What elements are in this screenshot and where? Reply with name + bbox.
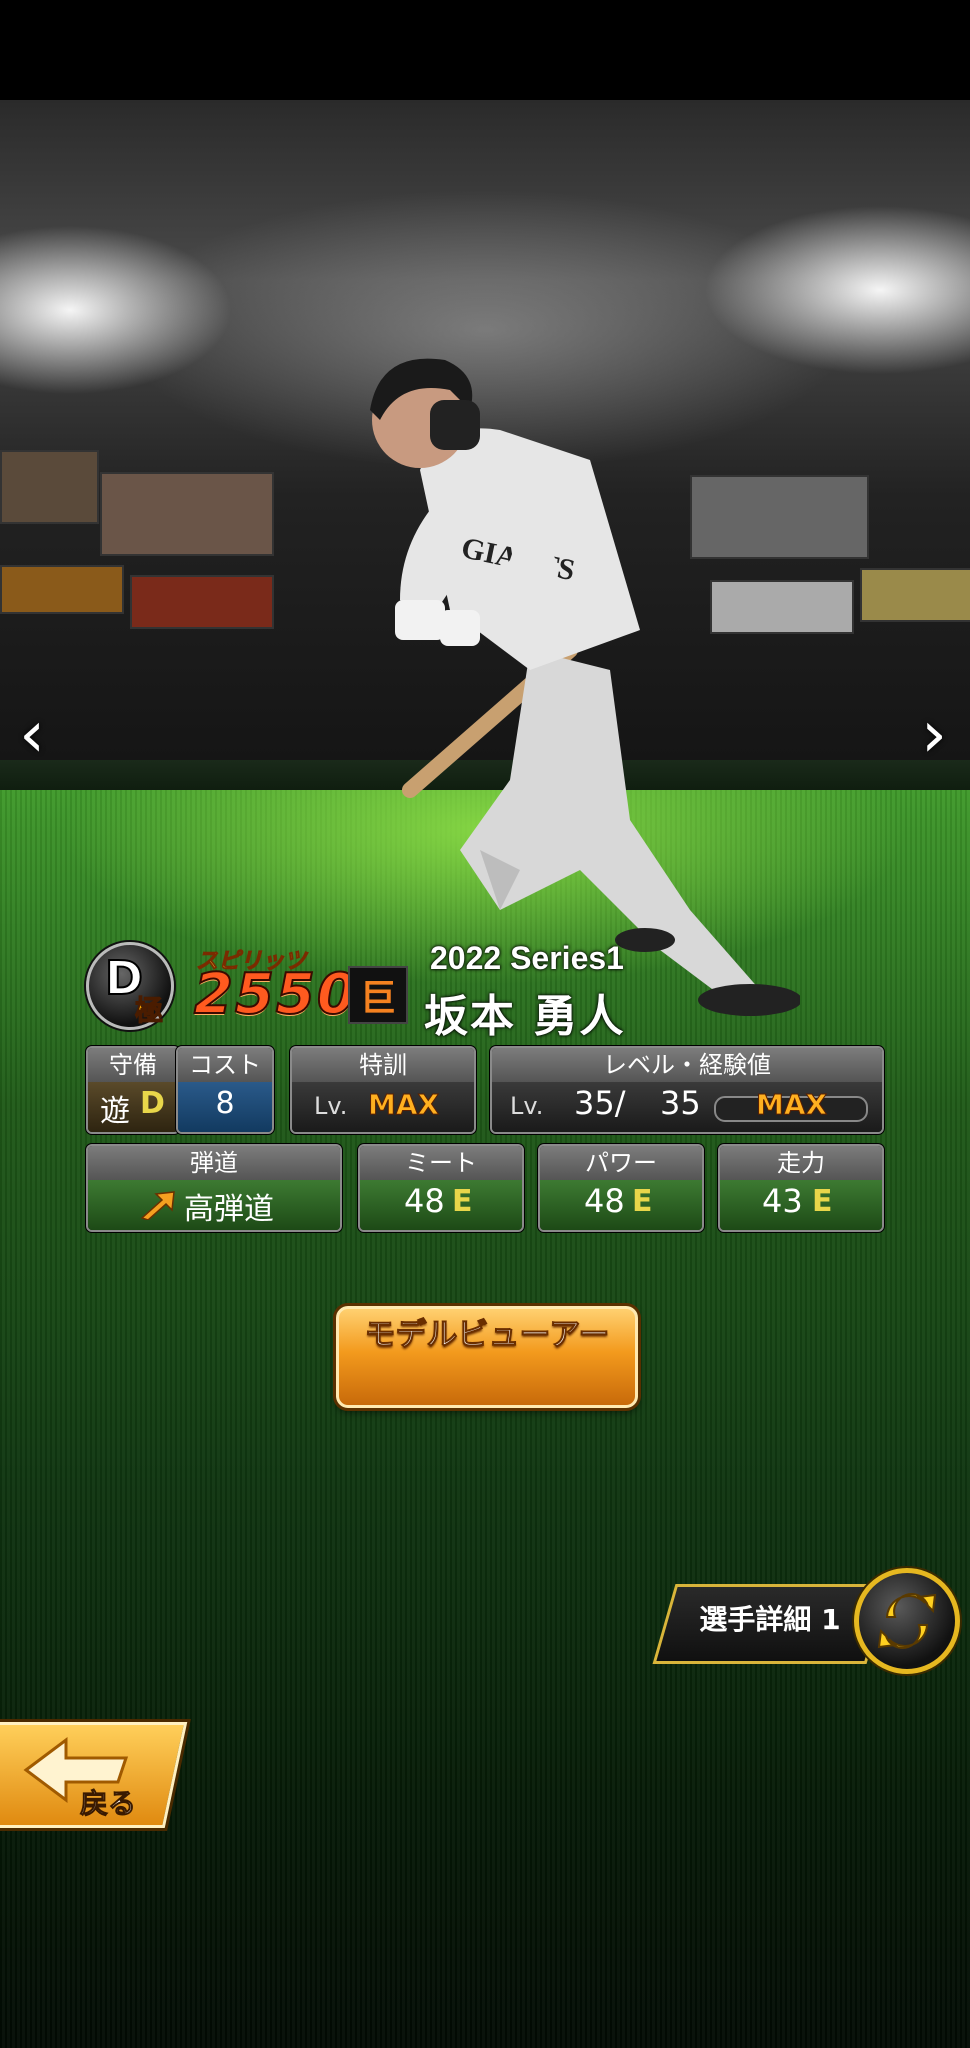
stadium-screen <box>860 568 970 622</box>
cost-label: コスト <box>178 1048 272 1082</box>
defense-panel: 守備 遊 D <box>86 1046 180 1134</box>
meet-value: 48 <box>404 1182 445 1220</box>
meet-grade: E <box>452 1184 473 1219</box>
trajectory-label: 弾道 <box>88 1146 340 1180</box>
training-panel: 特訓 Lv. MAX <box>290 1046 476 1134</box>
level-label: レベル・経験値 <box>492 1048 882 1082</box>
spirits-value: 2550 <box>193 961 358 1028</box>
speed-value: 43 <box>762 1182 803 1220</box>
rank-badge: D 極 <box>86 942 174 1030</box>
trajectory-arrow-icon <box>140 1191 175 1220</box>
defense-position: 遊 <box>100 1094 130 1129</box>
player-detail-label[interactable]: 選手詳細 1 <box>680 1598 860 1638</box>
defense-grade: D <box>140 1086 165 1121</box>
level-current: 35/ <box>574 1084 626 1122</box>
defense-label: 守備 <box>88 1048 178 1082</box>
speed-panel: 走力 43 E <box>718 1144 884 1232</box>
stadium-screen <box>100 472 274 556</box>
stadium-screen <box>0 450 99 524</box>
cost-panel: コスト 8 <box>176 1046 274 1134</box>
trajectory-value: 高弾道 <box>184 1192 274 1227</box>
swap-icon <box>877 1593 937 1649</box>
speed-grade: E <box>812 1184 833 1219</box>
power-panel: パワー 48 E <box>538 1144 704 1232</box>
power-grade: E <box>632 1184 653 1219</box>
stadium-screen <box>130 575 274 629</box>
meet-panel: ミート 48 E <box>358 1144 524 1232</box>
training-max: MAX <box>367 1088 440 1122</box>
model-viewer-label: モデルビューアー <box>364 1317 610 1354</box>
level-panel: レベル・経験値 Lv. 35/ 35 MAX <box>490 1046 884 1134</box>
level-max: 35 <box>660 1084 701 1122</box>
cost-value: 8 <box>215 1086 235 1121</box>
team-logo-icon: 巨 <box>348 966 408 1024</box>
model-viewer-button[interactable]: モデルビューアー <box>336 1306 638 1408</box>
swap-button[interactable] <box>854 1568 960 1674</box>
series-label: 2022 Series1 <box>430 940 624 976</box>
power-value: 48 <box>584 1182 625 1220</box>
player-card-screen: GIANTS ‹ › D 極 スピリッツ 2550 巨 2022 Series1… <box>0 0 970 2048</box>
meet-label: ミート <box>360 1146 522 1180</box>
trajectory-panel: 弾道 高弾道 <box>86 1144 342 1232</box>
back-label: 戻る <box>79 1787 137 1821</box>
stadium-screen <box>0 565 124 614</box>
player-model: GIANTS <box>370 358 800 1016</box>
exp-max-label: MAX <box>755 1088 828 1122</box>
prev-card-chevron-left-icon[interactable]: ‹ <box>12 700 52 770</box>
team-logo-glyph: 巨 <box>359 978 396 1019</box>
player-name: 坂本 勇人 <box>424 991 626 1042</box>
rank-sub-label: 極 <box>134 994 164 1028</box>
next-card-chevron-right-icon[interactable]: › <box>914 700 954 770</box>
level-lv-prefix: Lv. <box>510 1092 544 1120</box>
training-lv-prefix: Lv. <box>314 1092 348 1120</box>
training-label: 特訓 <box>292 1048 474 1082</box>
speed-label: 走力 <box>720 1146 882 1180</box>
power-label: パワー <box>540 1146 702 1180</box>
